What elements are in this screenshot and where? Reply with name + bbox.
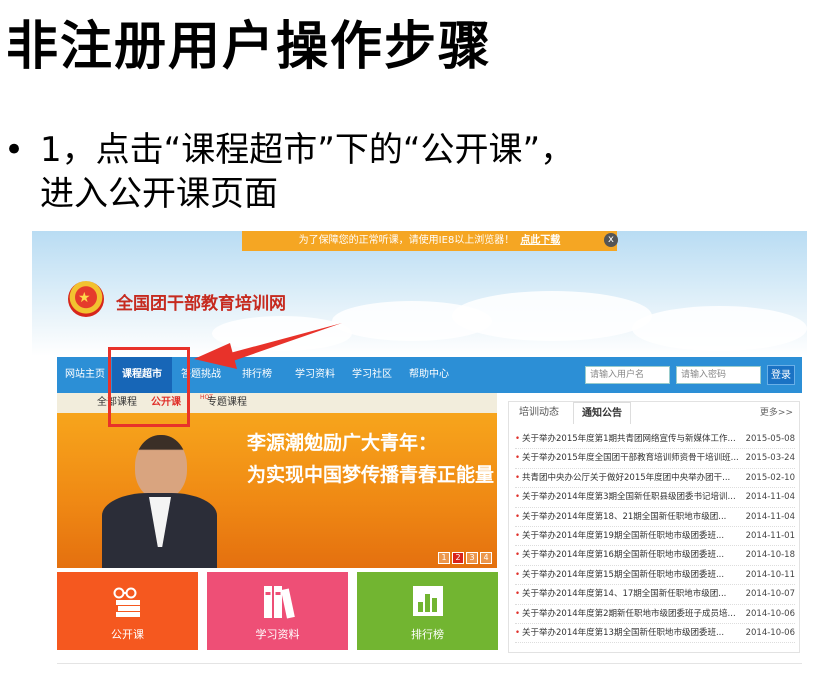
annotation-arrow	[194, 323, 342, 369]
instruction-text: • 1，点击“课程超市”下的“公开课”， 进入公开课页面	[4, 128, 824, 216]
instruction-line-2: 进入公开课页面	[40, 174, 278, 214]
slide-title: 非注册用户操作步骤	[6, 17, 493, 77]
website-screenshot: 为了保障您的正常听课，请使用IE8以上浏览器！ 点此下载 x ★ 全国团干部教育培…	[32, 231, 807, 674]
bullet-dot: •	[4, 130, 25, 170]
instruction-line-1: 1，点击“课程超市”下的“公开课”，	[40, 130, 575, 170]
